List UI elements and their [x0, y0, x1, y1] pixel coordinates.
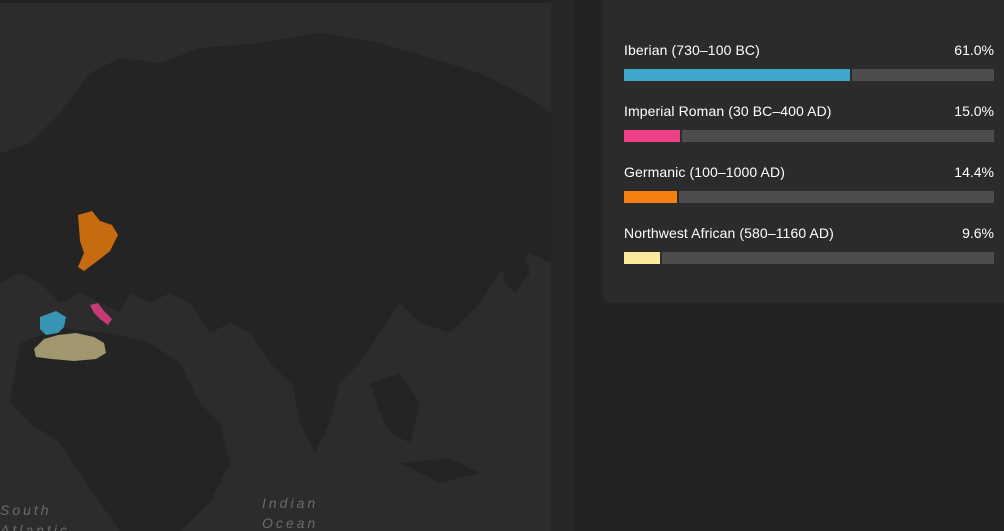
ancestry-map[interactable]: Indian Ocean South Atlantic: [0, 3, 551, 531]
population-bar-gap: [677, 191, 679, 203]
population-name: Iberian (730–100 BC): [624, 42, 760, 58]
population-percent: 15.0%: [954, 103, 994, 119]
population-bar: [624, 191, 994, 203]
south-atlantic-label-line2: Atlantic: [0, 522, 70, 531]
population-bar-gap: [680, 130, 682, 142]
population-name: Northwest African (580–1160 AD): [624, 225, 834, 241]
south-atlantic-label: South Atlantic: [0, 500, 70, 531]
population-percent: 14.4%: [954, 164, 994, 180]
population-bar-fill: [624, 130, 680, 142]
population-imperial-roman[interactable]: Imperial Roman (30 BC–400 AD) 15.0%: [624, 102, 994, 142]
population-name: Imperial Roman (30 BC–400 AD): [624, 103, 832, 119]
indonesia-landmass: [400, 458, 480, 483]
southeast-asia-landmass: [370, 373, 420, 443]
land-masses: [0, 33, 551, 531]
population-iberian[interactable]: Iberian (730–100 BC) 61.0%: [624, 41, 994, 81]
population-bar: [624, 252, 994, 264]
population-northwest-african[interactable]: Northwest African (580–1160 AD) 9.6%: [624, 224, 994, 264]
panel-gutter: [551, 0, 575, 531]
population-bar-gap: [850, 69, 852, 81]
population-bar-fill: [624, 252, 660, 264]
population-bar-gap: [660, 252, 662, 264]
population-bar-fill: [624, 191, 677, 203]
world-map-svg: [0, 33, 551, 531]
population-percent: 9.6%: [962, 225, 994, 241]
population-name: Germanic (100–1000 AD): [624, 164, 785, 180]
population-percent: 61.0%: [954, 42, 994, 58]
india-landmass: [290, 363, 340, 453]
ancestry-breakdown-card: Iberian (730–100 BC) 61.0% Imperial Roma…: [603, 0, 1004, 303]
indian-ocean-label: Indian Ocean: [262, 493, 318, 531]
indian-ocean-label-line2: Ocean: [262, 515, 319, 531]
population-bar: [624, 130, 994, 142]
population-germanic[interactable]: Germanic (100–1000 AD) 14.4%: [624, 163, 994, 203]
population-bar-fill: [624, 69, 850, 81]
indian-ocean-label-line1: Indian: [262, 495, 319, 511]
south-atlantic-label-line1: South: [0, 502, 52, 518]
population-bar: [624, 69, 994, 81]
